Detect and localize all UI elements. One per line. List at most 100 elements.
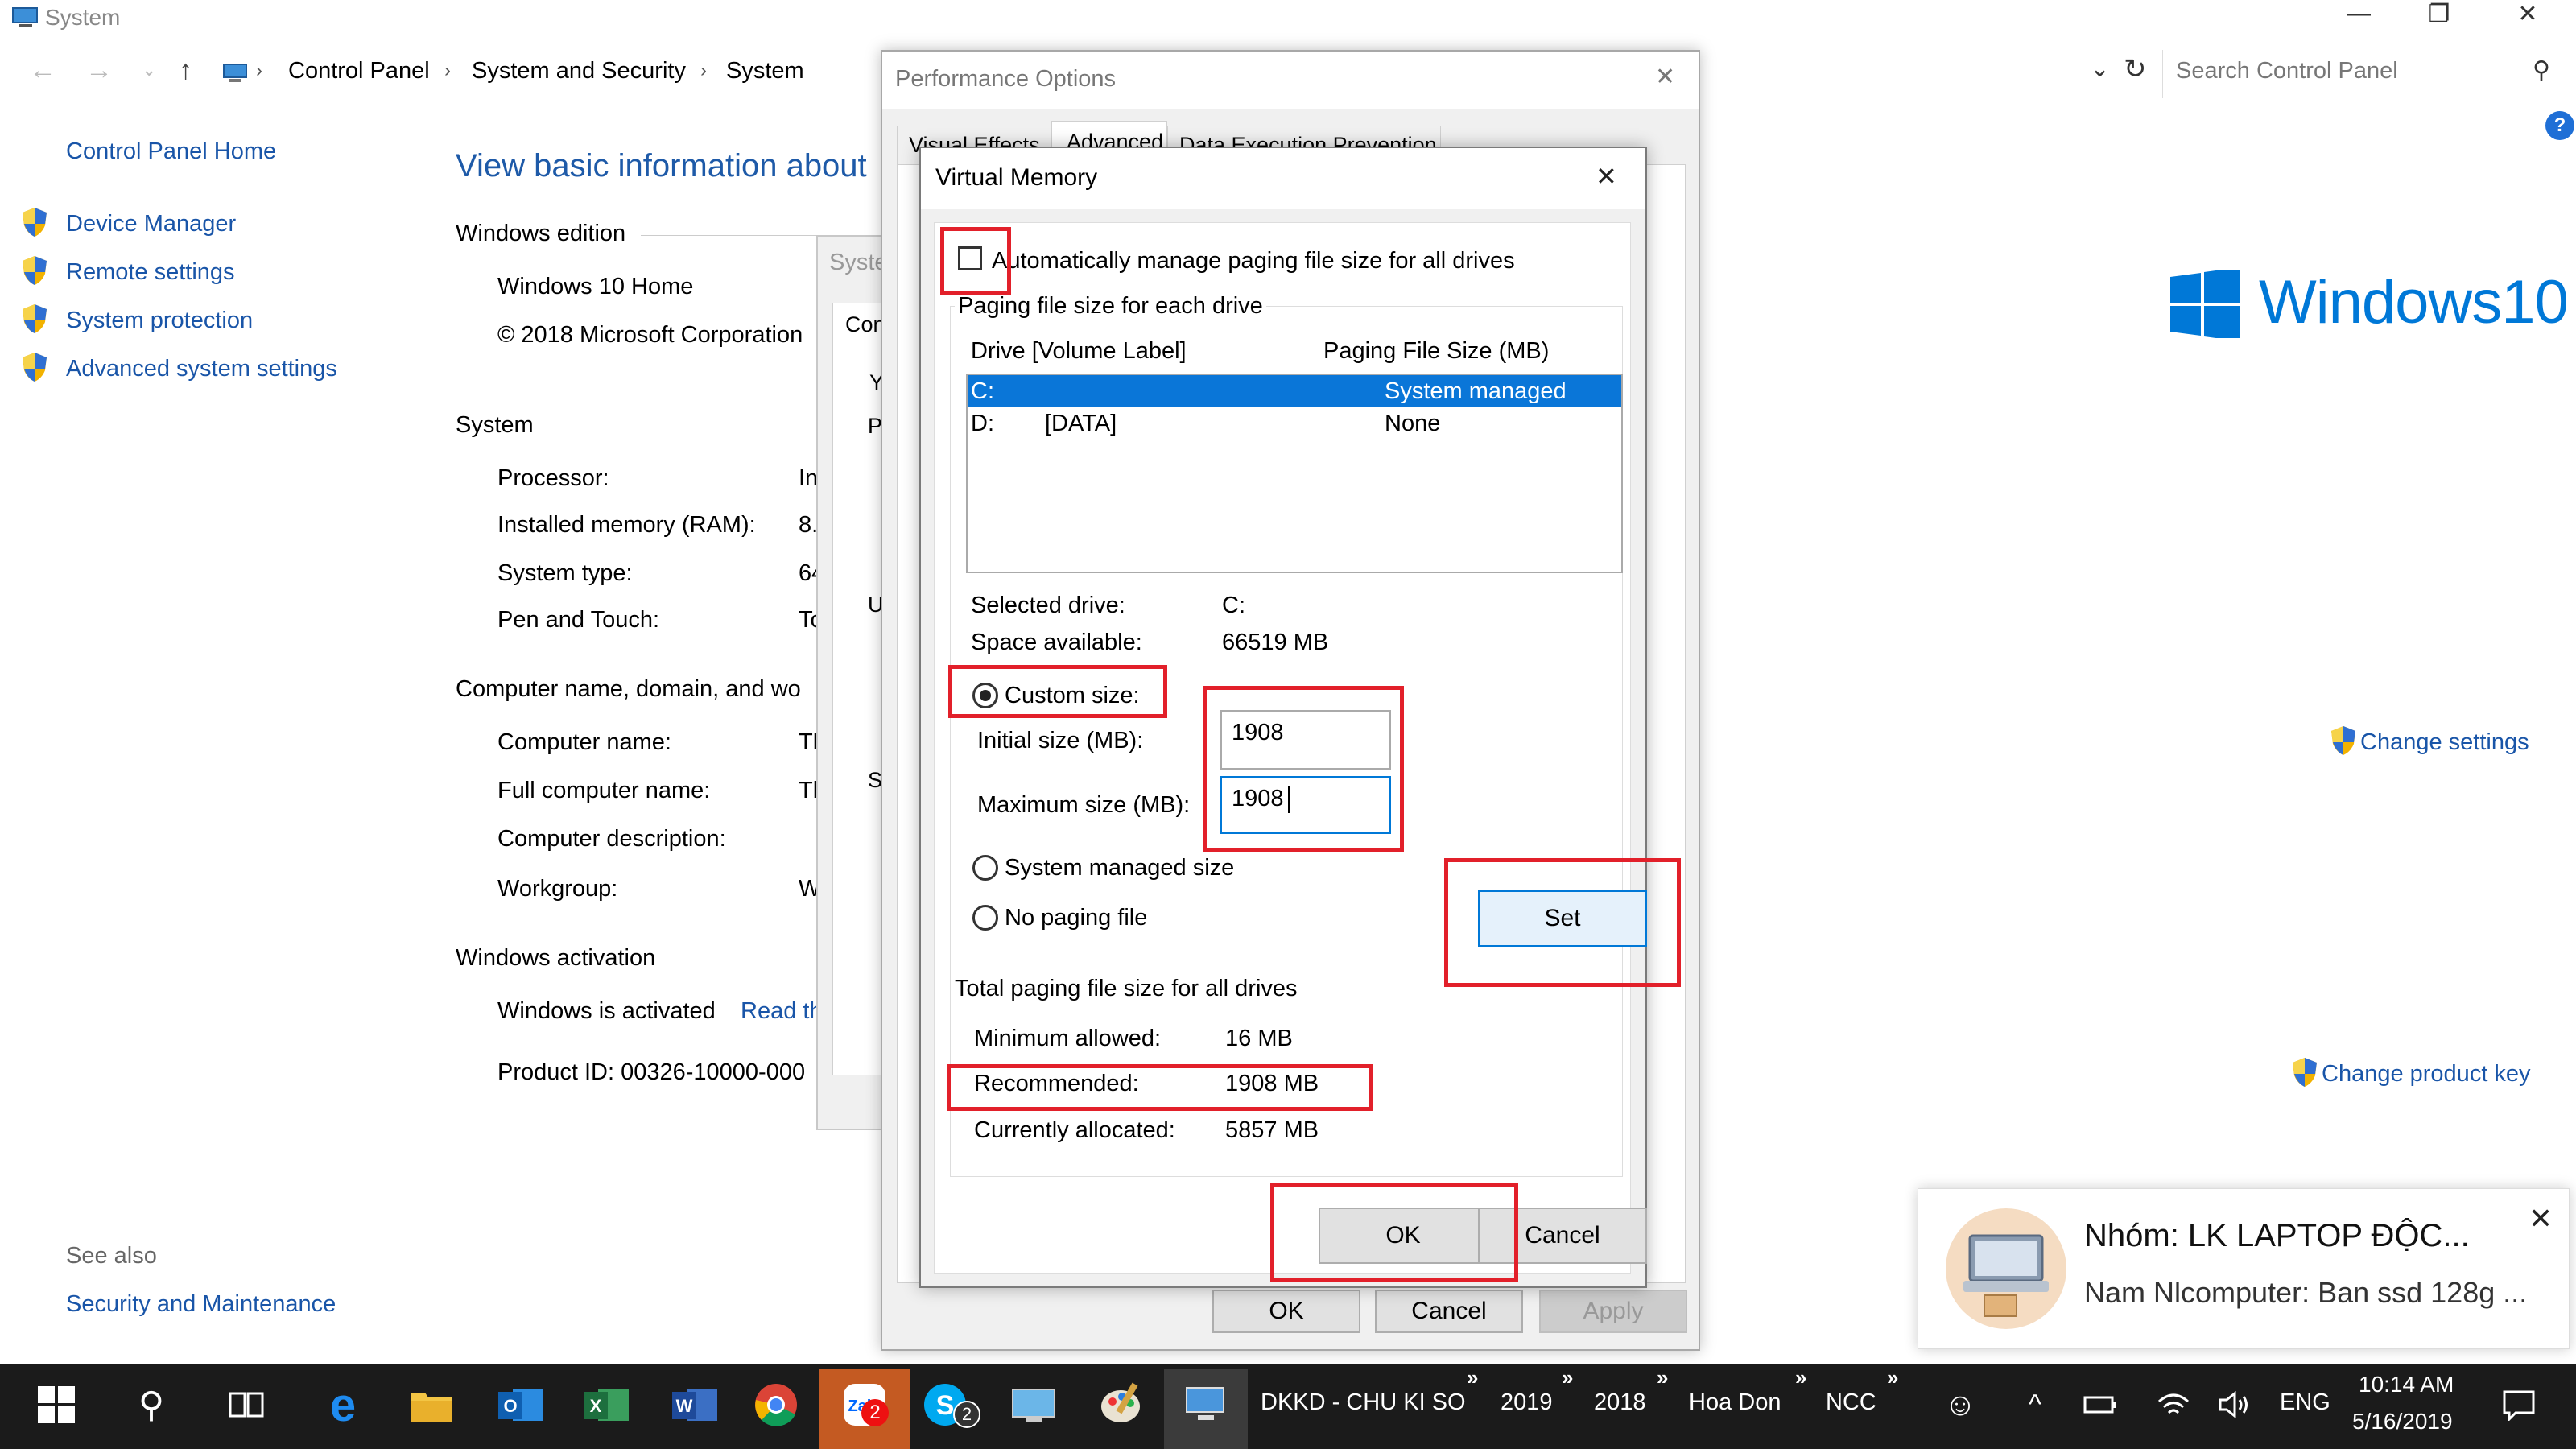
- set-button[interactable]: Set: [1478, 890, 1647, 947]
- column-size-header: Paging File Size (MB): [1323, 338, 1550, 364]
- volume-icon[interactable]: [2211, 1368, 2259, 1441]
- see-also-security-link[interactable]: Security and Maintenance: [66, 1291, 336, 1318]
- outlook-icon[interactable]: O: [489, 1368, 554, 1441]
- drive-list[interactable]: C: System managed D: [DATA] None: [966, 374, 1623, 573]
- custom-size-radio[interactable]: [972, 683, 998, 708]
- computer-name-label: Computer name:: [497, 729, 671, 755]
- change-settings-label: Change settings: [2360, 729, 2529, 755]
- svg-text:X: X: [590, 1396, 602, 1416]
- vm-ok-button[interactable]: OK: [1319, 1208, 1488, 1264]
- notification-body: Nam Nlcomputer: Ban ssd 128g ...: [2084, 1276, 2528, 1309]
- toolbar-chevron-icon: »: [1657, 1365, 1669, 1389]
- system-managed-label[interactable]: System managed size: [1005, 855, 1234, 881]
- up-arrow-icon[interactable]: ↑: [179, 55, 192, 86]
- search-icon[interactable]: ⚲: [119, 1368, 184, 1441]
- start-windows-icon[interactable]: [24, 1368, 89, 1441]
- product-id: Product ID: 00326-10000-000: [497, 1059, 806, 1085]
- toolbar-item-2019[interactable]: 2019: [1501, 1389, 1553, 1416]
- word-icon[interactable]: W: [663, 1368, 728, 1441]
- minimize-button[interactable]: —: [2334, 0, 2383, 27]
- wifi-icon[interactable]: [2149, 1368, 2198, 1441]
- auto-manage-label[interactable]: Automatically manage paging file size fo…: [992, 248, 1515, 275]
- vm-cancel-button[interactable]: Cancel: [1478, 1208, 1647, 1264]
- remote-desktop-icon[interactable]: [1001, 1368, 1066, 1441]
- toolbar-item-ncc[interactable]: NCC: [1826, 1389, 1876, 1416]
- custom-size-label[interactable]: Custom size:: [1005, 683, 1140, 709]
- breadcrumb-control-panel[interactable]: Control Panel: [288, 58, 430, 85]
- excel-icon[interactable]: X: [575, 1368, 639, 1441]
- selected-drive-value: C:: [1222, 592, 1245, 618]
- drive-row-d[interactable]: D: [DATA] None: [968, 407, 1621, 440]
- people-icon[interactable]: ☺: [1932, 1368, 1988, 1441]
- section-title-system: System: [456, 412, 534, 438]
- clock-date[interactable]: 5/16/2019: [2352, 1409, 2453, 1435]
- refresh-icon[interactable]: ↻: [2124, 53, 2147, 85]
- task-view-icon[interactable]: [214, 1368, 279, 1441]
- vm-close-icon[interactable]: ✕: [1596, 161, 1617, 192]
- sidebar-item-label: Remote settings: [66, 259, 235, 285]
- sidebar-home-link[interactable]: Control Panel Home: [66, 138, 276, 165]
- breadcrumb-system-security[interactable]: System and Security: [472, 58, 686, 85]
- no-paging-radio[interactable]: [972, 905, 998, 931]
- windows-10-logo-text: Windows10: [2259, 268, 2569, 336]
- copyright-text: © 2018 Microsoft Corporation: [497, 322, 803, 348]
- control-panel-icon: [222, 61, 250, 84]
- clock-time[interactable]: 10:14 AM: [2359, 1372, 2454, 1397]
- recent-chevron-icon[interactable]: ⌄: [142, 60, 156, 80]
- power-battery-icon[interactable]: [2077, 1368, 2125, 1441]
- recommended-label: Recommended:: [974, 1071, 1139, 1096]
- toolbar-item-dkkd[interactable]: DKKD - CHU KI SO: [1261, 1389, 1466, 1416]
- address-dropdown-icon[interactable]: ⌄: [2090, 55, 2110, 83]
- notification-close-icon[interactable]: ✕: [2529, 1202, 2553, 1236]
- close-button[interactable]: ✕: [2504, 0, 2552, 28]
- svg-text:O: O: [503, 1396, 517, 1416]
- toolbar-item-2018[interactable]: 2018: [1594, 1389, 1646, 1416]
- initial-size-input[interactable]: 1908: [1220, 710, 1391, 770]
- uac-shield-icon: [21, 254, 48, 287]
- paging-group-label: Paging file size for each drive: [955, 293, 1266, 320]
- forward-arrow-icon[interactable]: →: [85, 55, 113, 86]
- restore-button[interactable]: ❐: [2415, 0, 2463, 28]
- search-input[interactable]: Search Control Panel: [2162, 50, 2557, 98]
- memory-label: Installed memory (RAM):: [497, 512, 756, 538]
- no-paging-label[interactable]: No paging file: [1005, 905, 1147, 931]
- system-managed-radio[interactable]: [972, 855, 998, 881]
- uac-shield-icon: [2330, 724, 2357, 757]
- input-language[interactable]: ENG: [2280, 1389, 2330, 1416]
- back-arrow-icon[interactable]: ←: [29, 55, 56, 86]
- maximum-size-input[interactable]: 1908: [1220, 776, 1391, 834]
- toolbar-chevron-icon: »: [1562, 1365, 1574, 1389]
- auto-manage-checkbox[interactable]: [958, 246, 982, 270]
- space-available-label: Space available:: [971, 630, 1142, 655]
- activation-status: Windows is activated: [497, 998, 716, 1024]
- breadcrumb-system[interactable]: System: [726, 58, 804, 85]
- column-drive-header: Drive [Volume Label]: [971, 338, 1187, 364]
- computer-name-value: Tl: [799, 729, 819, 755]
- help-icon[interactable]: ?: [2545, 111, 2574, 140]
- chrome-icon[interactable]: [744, 1368, 808, 1441]
- system-window-taskbar-icon[interactable]: [1174, 1368, 1238, 1441]
- file-explorer-icon[interactable]: [399, 1368, 464, 1441]
- read-license-link[interactable]: Read th: [741, 998, 823, 1025]
- toolbar-item-hoa-don[interactable]: Hoa Don: [1689, 1389, 1781, 1416]
- total-group-label: Total paging file size for all drives: [955, 976, 1298, 1001]
- drive-size: None: [1385, 411, 1441, 436]
- tab-computer-name[interactable]: Con: [845, 312, 886, 337]
- perf-apply-button[interactable]: Apply: [1539, 1290, 1687, 1333]
- action-center-icon[interactable]: [2491, 1368, 2547, 1441]
- paint-icon[interactable]: [1090, 1368, 1154, 1441]
- perf-ok-button[interactable]: OK: [1212, 1290, 1360, 1333]
- notification-toast[interactable]: Nhóm: LK LAPTOP ĐỘC... Nam Nlcomputer: B…: [1918, 1188, 2570, 1349]
- drive-row-c[interactable]: C: System managed: [968, 375, 1621, 407]
- processor-value: In: [799, 465, 819, 491]
- uac-shield-icon: [21, 303, 48, 335]
- recommended-value: 1908 MB: [1225, 1071, 1319, 1096]
- perf-title: Performance Options: [895, 66, 1117, 92]
- toolbar-chevron-icon: »: [1467, 1365, 1479, 1389]
- perf-cancel-button[interactable]: Cancel: [1375, 1290, 1523, 1333]
- space-available-value: 66519 MB: [1222, 630, 1329, 655]
- show-hidden-icons-chevron-icon[interactable]: ^: [2011, 1368, 2059, 1441]
- edge-icon[interactable]: e: [311, 1368, 375, 1441]
- perf-close-icon[interactable]: ✕: [1655, 63, 1675, 91]
- search-icon[interactable]: ⚲: [2533, 56, 2550, 85]
